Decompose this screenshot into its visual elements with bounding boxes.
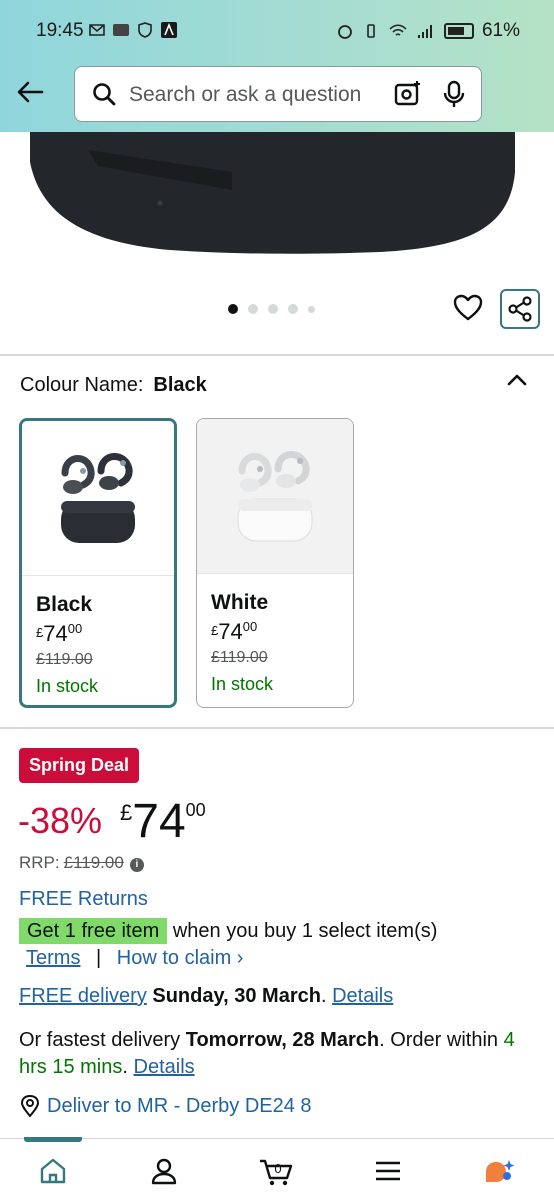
fastest-date: Tomorrow, 28 March (185, 1029, 380, 1051)
deliver-to-text: Deliver to MR - Derby DE24 8 (47, 1094, 312, 1117)
menu-icon (376, 1161, 400, 1181)
home-icon (40, 1158, 66, 1184)
colour-name-row[interactable]: Colour Name: Black (20, 374, 207, 397)
info-icon[interactable]: i (129, 858, 144, 872)
delivery-period: . (320, 985, 327, 1007)
heart-icon (453, 294, 483, 321)
colour-option-name: Black (36, 593, 93, 616)
search-input[interactable]: Search or ask a question (74, 66, 482, 122)
discount-percent: -38% (18, 800, 103, 841)
rrp-line: RRP: £119.00 i (19, 853, 144, 873)
white-earbuds-image (237, 451, 313, 542)
nav-account[interactable] (146, 1153, 182, 1189)
carousel-dot[interactable] (248, 304, 258, 314)
white-earbuds-thumbnail (197, 419, 353, 574)
fastest-period: . (122, 1056, 128, 1078)
free-returns-link[interactable]: FREE Returns (19, 888, 148, 911)
colour-option-price: £7400 (36, 621, 83, 646)
carousel-dot[interactable] (268, 304, 278, 314)
battery-icon (443, 23, 474, 39)
how-to-claim-link[interactable]: How to claim › (117, 947, 244, 969)
location-pin-icon (20, 1094, 40, 1118)
cart-icon: 0 (260, 1159, 293, 1186)
camera-lens-icon[interactable] (393, 79, 423, 109)
alarm-icon (338, 25, 352, 39)
nav-home[interactable] (35, 1153, 71, 1189)
product-image[interactable] (0, 132, 554, 282)
search-icon (93, 83, 116, 106)
search-placeholder: Search or ask a question (129, 83, 362, 106)
black-earbuds-thumbnail (22, 421, 174, 576)
battery-percent: 61% (481, 20, 520, 41)
separator: | (96, 947, 102, 969)
terms-link[interactable]: Terms (26, 947, 80, 969)
divider (0, 354, 554, 356)
colour-option-price: £7400 (211, 619, 258, 644)
deliver-to-link[interactable]: Deliver to MR - Derby DE24 8 (19, 1094, 312, 1118)
status-time: 19:45 (36, 20, 84, 41)
rrp-label: RRP: (19, 853, 60, 872)
divider (0, 727, 554, 729)
offer-tag: Get 1 free item (19, 918, 168, 944)
ebay-icon (113, 24, 129, 36)
offer-text: when you buy 1 select item(s) (167, 920, 438, 942)
system-icons: 61% (336, 20, 520, 42)
header: 19:45 61% Search or ask a question (0, 0, 554, 132)
status-bar: 19:45 61% (0, 0, 554, 62)
delivery-date: Sunday, 30 March (152, 985, 321, 1007)
price: £7400 (120, 795, 206, 848)
colour-selected-value: Black (153, 374, 207, 396)
signal-icon (417, 25, 432, 38)
chevron-up-icon[interactable] (506, 372, 528, 388)
colour-option-rrp: £119.00 (211, 649, 268, 666)
colour-option-white[interactable]: White £7400 £119.00 In stock (196, 418, 354, 708)
bottom-navigation: 0 (0, 1137, 554, 1200)
assistant-icon (486, 1160, 515, 1182)
offer-links: Terms | How to claim › (26, 947, 243, 970)
back-arrow-icon (17, 81, 44, 103)
colour-option-stock: In stock (211, 674, 274, 694)
user-icon (151, 1158, 177, 1185)
fastest-delivery-info: Or fastest delivery Tomorrow, 28 March. … (19, 1027, 539, 1081)
fastest-prefix: Or fastest delivery (19, 1029, 186, 1051)
fastest-details-link[interactable]: Details (134, 1056, 195, 1078)
delivery-details-link[interactable]: Details (332, 985, 393, 1007)
nav-cart[interactable]: 0 (258, 1153, 294, 1189)
svg-text:0: 0 (274, 1161, 281, 1176)
share-button[interactable] (500, 289, 540, 329)
app-icon (161, 22, 177, 38)
delivery-info: FREE delivery Sunday, 30 March. Details (19, 985, 393, 1008)
black-earbuds-image (61, 453, 135, 543)
free-delivery-link[interactable]: FREE delivery (19, 985, 147, 1007)
microphone-icon[interactable] (441, 79, 467, 109)
deal-badge: Spring Deal (19, 748, 140, 783)
share-icon (508, 296, 532, 322)
carousel-dot[interactable] (288, 304, 298, 314)
active-tab-indicator (24, 1137, 82, 1142)
promotion-offer: Get 1 free item when you buy 1 select it… (19, 918, 438, 944)
wifi-icon (389, 24, 407, 36)
fastest-middle: . Order within (379, 1029, 499, 1051)
carousel-dot[interactable] (228, 304, 238, 314)
back-button[interactable] (12, 72, 48, 112)
notification-icons (88, 21, 178, 39)
mail-icon (89, 24, 105, 36)
colour-option-rrp: £119.00 (36, 651, 93, 668)
colour-option-black[interactable]: Black £7400 £119.00 In stock (19, 418, 177, 708)
rrp-value: £119.00 (63, 853, 124, 872)
earbuds-case-image (30, 132, 515, 254)
carousel-dot[interactable] (308, 305, 315, 313)
vibrate-icon (367, 24, 375, 38)
nav-menu[interactable] (370, 1153, 406, 1189)
colour-option-stock: In stock (36, 676, 99, 696)
image-carousel-dots[interactable] (228, 304, 315, 314)
shield-icon (138, 22, 152, 38)
colour-option-name: White (211, 591, 269, 614)
wishlist-button[interactable] (452, 292, 484, 324)
colour-name-label: Colour Name: (20, 374, 144, 396)
nav-rufus[interactable] (482, 1153, 518, 1189)
